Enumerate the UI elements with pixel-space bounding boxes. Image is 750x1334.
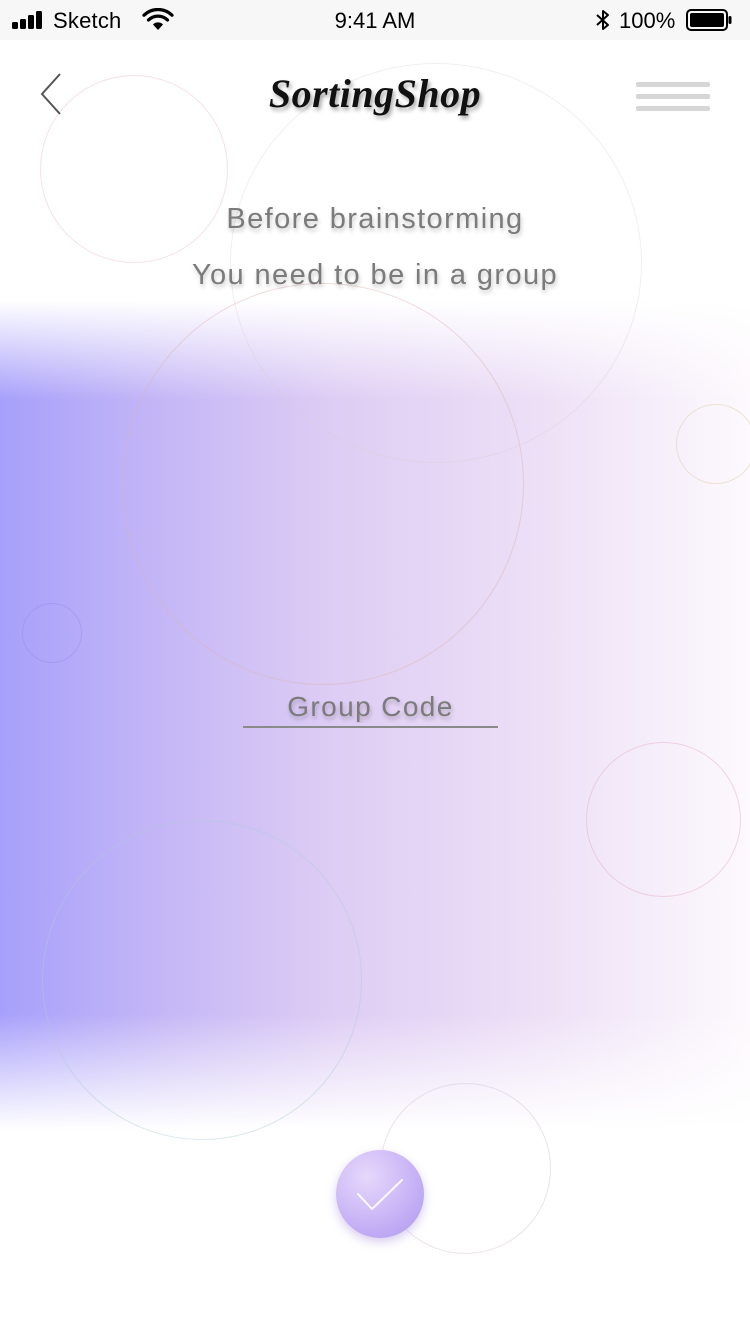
screen: Sketch 9:41 AM 100% SortingShop Before b… bbox=[0, 0, 750, 1334]
submit-button[interactable] bbox=[336, 1150, 424, 1238]
decorative-circle bbox=[676, 404, 750, 484]
status-bar: Sketch 9:41 AM 100% bbox=[0, 0, 750, 40]
menu-button[interactable] bbox=[636, 82, 710, 112]
battery-percent: 100% bbox=[619, 8, 676, 33]
bluetooth-icon bbox=[596, 10, 609, 30]
group-code-input[interactable] bbox=[243, 688, 498, 728]
decorative-circle bbox=[42, 820, 362, 1140]
decorative-circle bbox=[586, 742, 741, 897]
battery-icon bbox=[686, 9, 732, 31]
nav-bar: SortingShop bbox=[0, 40, 750, 150]
checkmark-icon bbox=[357, 1179, 403, 1210]
decorative-circle bbox=[22, 603, 82, 663]
headline-line-2: You need to be in a group bbox=[191, 259, 559, 291]
headline-line-1: Before brainstorming bbox=[226, 203, 524, 235]
decorative-circle bbox=[122, 283, 524, 685]
